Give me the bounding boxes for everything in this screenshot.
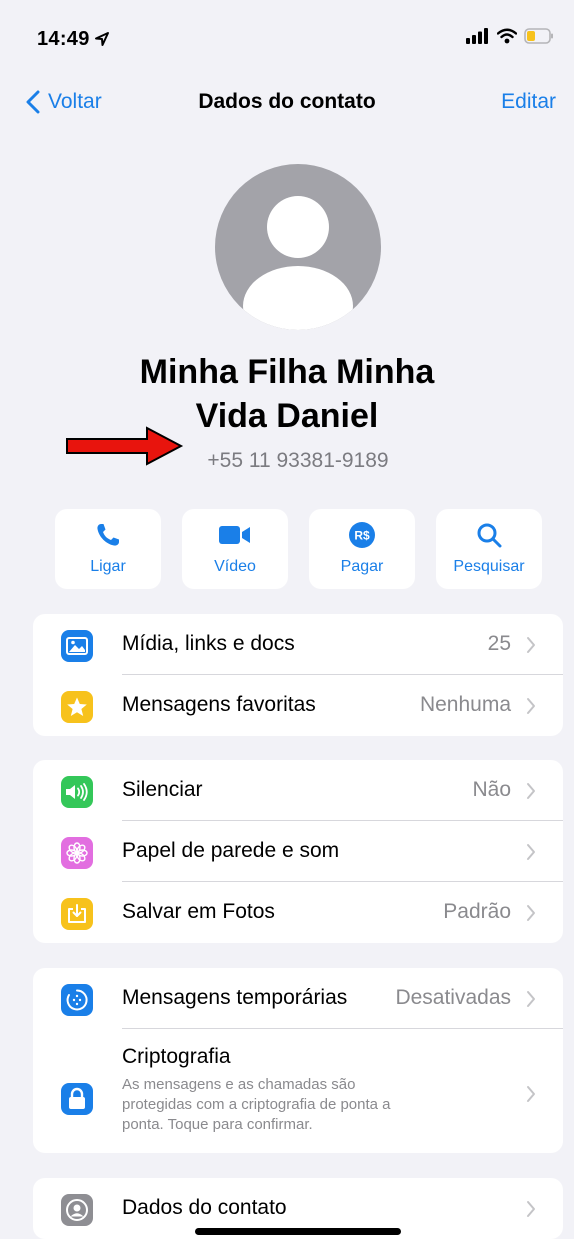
call-button[interactable]: Ligar [55, 509, 161, 589]
row-value: 25 [487, 632, 511, 655]
row-value: Não [472, 778, 511, 801]
row-label: Dados do contato [122, 1196, 287, 1219]
lock-icon [61, 1083, 93, 1115]
row-wallpaper-sound[interactable]: Papel de parede e som [33, 821, 563, 882]
row-label: Silenciar [122, 778, 203, 801]
save-icon [61, 898, 93, 930]
row-value: Nenhuma [419, 693, 511, 716]
star-icon [61, 691, 93, 723]
call-label: Ligar [90, 558, 126, 575]
payment-rs-icon: R$ [349, 522, 375, 548]
edit-button[interactable]: Editar [501, 90, 556, 114]
contact-icon [61, 1194, 93, 1226]
row-save-to-photos[interactable]: Salvar em Fotos Padrão [33, 882, 563, 943]
phone-icon [97, 524, 119, 546]
chevron-right-icon [527, 905, 535, 921]
row-disappearing-messages[interactable]: Mensagens temporárias Desativadas [33, 968, 563, 1029]
contact-name: Minha Filha Minha Vida Daniel [60, 350, 514, 438]
photo-icon [61, 630, 93, 662]
signal-icon [466, 28, 488, 44]
status-time: 14:49 [37, 28, 110, 51]
person-silhouette-icon [243, 196, 353, 330]
row-label: Mensagens favoritas [122, 693, 316, 716]
page-title: Dados do contato [198, 90, 376, 113]
video-button[interactable]: Vídeo [182, 509, 288, 589]
battery-icon [524, 28, 553, 44]
encryption-description: As mensagens e as chamadas são protegida… [122, 1076, 391, 1133]
chevron-right-icon [527, 844, 535, 860]
privacy-group: Mensagens temporárias Desativadas Cripto… [33, 968, 563, 1153]
row-label: Salvar em Fotos [122, 900, 275, 923]
row-value: Desativadas [395, 986, 511, 1009]
settings-group: Silenciar Não Papel de parede e som Salv… [33, 760, 563, 943]
row-label: Criptografia [122, 1045, 231, 1068]
chevron-right-icon [527, 637, 535, 653]
speaker-icon [61, 776, 93, 808]
timer-icon [61, 984, 93, 1016]
row-value: Padrão [443, 900, 511, 923]
status-icons [466, 28, 554, 44]
flower-icon [61, 837, 93, 869]
nav-bar: Voltar Dados do contato Editar [0, 80, 574, 124]
location-arrow-icon [94, 32, 109, 46]
contact-phone[interactable]: +55 11 93381-9189 [22, 449, 574, 473]
avatar[interactable] [215, 164, 381, 330]
search-label: Pesquisar [453, 558, 525, 575]
row-media-links-docs[interactable]: Mídia, links e docs 25 [33, 614, 563, 675]
chevron-right-icon [527, 1086, 535, 1102]
row-encryption[interactable]: Criptografia As mensagens e as chamadas … [33, 1029, 563, 1153]
wifi-icon [497, 28, 517, 44]
svg-text:R$: R$ [354, 529, 370, 543]
video-label: Vídeo [214, 558, 256, 575]
chevron-right-icon [527, 783, 535, 799]
screen: 14:49 Voltar Dados do contato Editar Min… [0, 0, 574, 1239]
chevron-right-icon [527, 698, 535, 714]
status-time-text: 14:49 [37, 28, 90, 50]
row-label: Papel de parede e som [122, 839, 340, 862]
contact-name-line1: Minha Filha Minha [139, 353, 435, 391]
search-button[interactable]: Pesquisar [436, 509, 542, 589]
pay-label: Pagar [340, 558, 384, 575]
row-label: Mensagens temporárias [122, 986, 348, 1009]
chevron-right-icon [527, 1201, 535, 1217]
action-buttons: Ligar Vídeo R$ Pagar Pesquisar [55, 509, 542, 589]
home-indicator[interactable] [195, 1228, 401, 1235]
row-mute[interactable]: Silenciar Não [33, 760, 563, 821]
row-label: Mídia, links e docs [122, 632, 295, 655]
row-favorite-messages[interactable]: Mensagens favoritas Nenhuma [33, 675, 563, 736]
pay-button[interactable]: R$ Pagar [309, 509, 415, 589]
search-icon [477, 523, 502, 548]
chevron-right-icon [527, 991, 535, 1007]
media-group: Mídia, links e docs 25 Mensagens favorit… [33, 614, 563, 736]
video-camera-icon [219, 526, 250, 544]
